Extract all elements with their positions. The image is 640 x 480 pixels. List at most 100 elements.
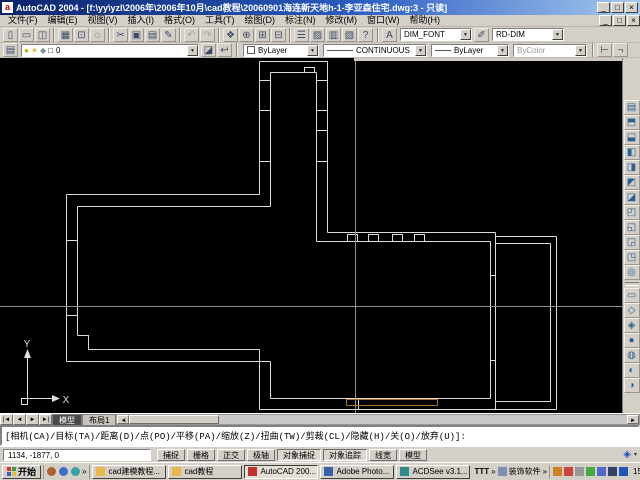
tray-icon-6[interactable]: [608, 467, 617, 476]
save-icon[interactable]: ◫: [35, 28, 50, 42]
start-button[interactable]: 开始: [2, 465, 41, 479]
text-style-icon[interactable]: A: [382, 28, 397, 42]
open-icon[interactable]: ▭: [19, 28, 34, 42]
left-view-icon[interactable]: ◧: [624, 145, 640, 160]
find-icon[interactable]: ◌: [90, 28, 105, 42]
tray-icon-1[interactable]: [553, 467, 562, 476]
status-toggle[interactable]: 对象捕捉: [277, 449, 321, 461]
undo-icon[interactable]: ↶: [184, 28, 199, 42]
print-preview-icon[interactable]: ⊡: [74, 28, 89, 42]
tray-icon-4[interactable]: [586, 467, 595, 476]
zoom-realtime-icon[interactable]: ⊕: [239, 28, 254, 42]
separator[interactable]: [53, 28, 55, 42]
zoom-window-icon[interactable]: ⊞: [255, 28, 270, 42]
coordinate-display[interactable]: 1134, -1877, 0: [3, 449, 151, 461]
right-view-icon[interactable]: ◨: [624, 160, 640, 175]
status-toggle[interactable]: 对象追踪: [323, 449, 367, 461]
top-view-icon[interactable]: ⬒: [624, 115, 640, 130]
chevron-down-icon[interactable]: ▼: [460, 29, 471, 40]
chevron-down-icon[interactable]: ▼: [307, 45, 318, 56]
menu-item[interactable]: 工具(T): [200, 15, 240, 26]
language-indicator[interactable]: TTT: [474, 467, 489, 476]
gouraud-shaded-icon[interactable]: ◍: [624, 348, 640, 363]
zoom-previous-icon[interactable]: ⊟: [271, 28, 286, 42]
task-button[interactable]: ACDSee v3.1...: [396, 465, 470, 479]
nw-isometric-icon[interactable]: ◳: [624, 250, 640, 265]
status-toggle[interactable]: 线宽: [369, 449, 397, 461]
task-button[interactable]: Adobe Photo...: [320, 465, 394, 479]
chevron-down-icon[interactable]: ▼: [552, 29, 563, 40]
chevron-down-icon[interactable]: ▼: [187, 45, 198, 56]
camera-icon[interactable]: ◎: [624, 265, 640, 280]
front-view-icon[interactable]: ◩: [624, 175, 640, 190]
new-icon[interactable]: ▯: [3, 28, 18, 42]
dim-toolbar-icon[interactable]: ⊢: [597, 43, 612, 57]
pan-realtime-icon[interactable]: ❖: [223, 28, 238, 42]
deco-toolbar-label[interactable]: 装饰软件: [509, 466, 541, 477]
tab-model[interactable]: 模型: [52, 414, 82, 425]
tray-icon-7[interactable]: [619, 467, 628, 476]
communication-center-icon[interactable]: ◈: [623, 449, 631, 460]
task-button[interactable]: AutoCAD 200...: [244, 465, 318, 479]
keyboard-icon[interactable]: [498, 467, 507, 476]
flat-shaded-edges-icon[interactable]: ◐: [624, 363, 640, 378]
print-icon[interactable]: ▦: [58, 28, 73, 42]
chevron-down-icon[interactable]: ▼: [497, 45, 508, 56]
status-toggle[interactable]: 模型: [399, 449, 427, 461]
menu-item[interactable]: 窗口(W): [362, 15, 405, 26]
tool-palettes-icon[interactable]: ▥: [326, 28, 341, 42]
quick-launch-icon-2[interactable]: [59, 467, 68, 476]
copy-icon[interactable]: ▣: [129, 28, 144, 42]
doc-minimize-button[interactable]: _: [599, 15, 612, 26]
task-button[interactable]: cad建模教程...: [92, 465, 166, 479]
scroll-right-icon[interactable]: ►: [627, 415, 639, 424]
menu-item[interactable]: 视图(V): [83, 15, 123, 26]
separator[interactable]: [218, 28, 220, 42]
layer-on-icon[interactable]: ●: [24, 46, 29, 55]
menu-item[interactable]: 修改(M): [321, 15, 363, 26]
separator[interactable]: [289, 28, 291, 42]
horizontal-scrollbar[interactable]: ◄ ►: [116, 414, 640, 425]
minimize-button[interactable]: _: [597, 2, 610, 13]
drawing-canvas[interactable]: Y X: [0, 58, 622, 413]
menu-item[interactable]: 帮助(H): [405, 15, 446, 26]
sw-isometric-icon[interactable]: ◰: [624, 205, 640, 220]
se-isometric-icon[interactable]: ◱: [624, 220, 640, 235]
tab-nav-button[interactable]: ◄: [13, 414, 26, 425]
chevron-more-icon[interactable]: »: [491, 467, 495, 476]
autocad-app-icon[interactable]: a: [2, 2, 13, 13]
ne-isometric-icon[interactable]: ◲: [624, 235, 640, 250]
text-style-combo[interactable]: DIM_FONT ▼: [400, 28, 472, 41]
layer-freeze-icon[interactable]: ☀: [31, 46, 38, 55]
layer-combo[interactable]: ● ☀ ◆ □ 0 ▼: [21, 44, 199, 57]
status-toggle[interactable]: 捕捉: [157, 449, 185, 461]
linetype-combo[interactable]: CONTINUOUS ▼: [323, 44, 427, 57]
scroll-left-icon[interactable]: ◄: [117, 415, 129, 424]
redo-icon[interactable]: ↷: [200, 28, 215, 42]
markup-icon[interactable]: ▧: [342, 28, 357, 42]
tab-nav-button[interactable]: ►|: [39, 414, 52, 425]
status-toggle[interactable]: 极轴: [247, 449, 275, 461]
color-combo[interactable]: ByLayer ▼: [243, 44, 319, 57]
doc-close-button[interactable]: ×: [627, 15, 640, 26]
status-toggle[interactable]: 正交: [217, 449, 245, 461]
menu-item[interactable]: 绘图(D): [240, 15, 281, 26]
layer-previous-icon[interactable]: ↩: [217, 43, 232, 57]
hidden-view-icon[interactable]: ◈: [624, 318, 640, 333]
layer-lock-icon[interactable]: ◆: [40, 46, 46, 55]
back-view-icon[interactable]: ◪: [624, 190, 640, 205]
paste-icon[interactable]: ▤: [145, 28, 160, 42]
status-menu-caret-icon[interactable]: ▾: [634, 451, 637, 458]
task-button[interactable]: cad教程: [168, 465, 242, 479]
layer-properties-icon[interactable]: ▤: [3, 43, 18, 57]
flat-shaded-icon[interactable]: ●: [624, 333, 640, 348]
designcenter-icon[interactable]: ▨: [310, 28, 325, 42]
tray-icon-2[interactable]: [564, 467, 573, 476]
menu-item[interactable]: 插入(I): [123, 15, 160, 26]
cut-icon[interactable]: ✂: [113, 28, 128, 42]
restore-button[interactable]: □: [611, 2, 624, 13]
toolbar-separator[interactable]: [625, 282, 639, 286]
chevron-more-icon[interactable]: »: [543, 467, 547, 476]
quick-launch-icon-1[interactable]: [47, 467, 56, 476]
command-line[interactable]: [相机(CA)/目标(TA)/距离(D)/点(PO)/平移(PA)/缩放(Z)/…: [0, 425, 640, 446]
